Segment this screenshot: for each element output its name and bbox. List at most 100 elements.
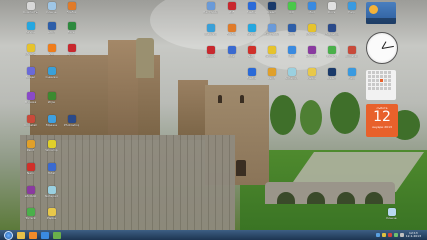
tray-clock[interactable]: 12:13 12.1.2013 xyxy=(406,232,421,238)
app-icon xyxy=(327,46,336,54)
desktop-icon[interactable]: Docs xyxy=(324,2,339,19)
desktop-icon[interactable]: Firefox xyxy=(224,24,239,41)
calendar-day-gadget[interactable]: събота 12 януари 2013 xyxy=(366,104,398,137)
desktop-icon[interactable]: Opera xyxy=(64,44,79,61)
sun-icon xyxy=(369,5,378,14)
nero-icon xyxy=(26,163,35,171)
chrome-icon xyxy=(26,44,35,52)
desktop-icon[interactable]: Photoshop xyxy=(64,115,79,132)
desktop-icon[interactable]: Word xyxy=(44,22,59,39)
desktop-icon[interactable]: Firefox xyxy=(64,2,79,19)
desktop-icon[interactable]: WinRAR xyxy=(304,46,319,63)
desktop-icon[interactable]: Papka xyxy=(304,68,319,85)
video-folder-icon xyxy=(26,67,35,75)
desktop-icon[interactable]: Nero xyxy=(23,163,38,180)
desktop-icon[interactable]: Настройки xyxy=(264,24,279,41)
desktop-icon[interactable]: Uninstall xyxy=(23,115,38,132)
desktop-icon[interactable]: Настройки xyxy=(203,2,218,19)
weather-gadget[interactable] xyxy=(366,2,396,24)
tray-notification-icon[interactable] xyxy=(381,233,386,237)
media-taskbar-button[interactable] xyxy=(29,231,37,239)
desktop-icon[interactable]: Notepad xyxy=(44,186,59,203)
desktop-icon[interactable]: Media xyxy=(244,68,259,85)
desktop-icon[interactable]: Winamp xyxy=(44,140,59,157)
tray-volume-icon[interactable] xyxy=(399,233,404,237)
desktop-icon[interactable]: Mail xyxy=(284,46,299,63)
wallpaper-castle-window xyxy=(236,160,246,176)
calendar-month-gadget[interactable] xyxy=(366,70,396,100)
desktop-icon[interactable]: Torrent xyxy=(23,208,38,225)
desktop-icon[interactable]: Paint xyxy=(23,140,38,157)
desktop-icon[interactable]: Help xyxy=(344,2,359,19)
desktop-icon[interactable]: Компютър xyxy=(23,2,38,19)
desktop-icon[interactable]: Paint xyxy=(264,68,279,85)
app-icon xyxy=(287,24,296,32)
desktop-icon[interactable]: Кошче xyxy=(44,2,59,19)
desktop-icon[interactable]: Снимки xyxy=(203,24,218,41)
desktop-icon[interactable]: Media xyxy=(244,2,259,19)
desktop-icon[interactable]: Winamp xyxy=(264,46,279,63)
desktop-icon[interactable]: WinRAR xyxy=(23,186,38,203)
desktop-icon[interactable]: Музика xyxy=(23,92,38,109)
app-icon xyxy=(267,24,276,32)
desktop-icon[interactable]: Steam xyxy=(324,68,339,85)
tray-update-icon[interactable] xyxy=(393,233,398,237)
desktop-icon[interactable]: VLC xyxy=(44,44,59,61)
desktop-icon[interactable]: Мрежа xyxy=(44,115,59,132)
desktop-icon[interactable]: Кошче xyxy=(384,208,399,225)
desktop-icon-label: WinRAR xyxy=(305,55,318,58)
calendar-month-year: януари 2013 xyxy=(372,125,392,129)
media-player-icon xyxy=(247,2,256,10)
desktop-icon[interactable]: Steam xyxy=(264,2,279,19)
desktop-icon[interactable]: Skype xyxy=(244,24,259,41)
documents-icon xyxy=(327,2,336,10)
start-button[interactable] xyxy=(4,230,13,240)
desktop-icon-label: Chrome xyxy=(305,33,318,36)
desktop-icon-label: Игри xyxy=(47,101,56,104)
wallpaper-castle-window xyxy=(218,95,222,103)
browser-taskbar-button[interactable] xyxy=(41,231,49,239)
steam-icon xyxy=(267,2,276,10)
desktop-icon[interactable]: Opera xyxy=(203,46,218,63)
music-folder-icon xyxy=(26,92,35,100)
desktop-icon[interactable]: Nero xyxy=(244,46,259,63)
desktop-icon[interactable]: Torrent xyxy=(324,46,339,63)
desktop-icon[interactable]: ICQ xyxy=(284,2,299,19)
desktop-icon[interactable]: Papka xyxy=(44,208,59,225)
desktop-icon[interactable]: Mail xyxy=(304,2,319,19)
app-icon xyxy=(247,46,256,54)
desktop-icon[interactable]: Photoshop xyxy=(324,24,339,41)
desktop-icon[interactable]: Chrome xyxy=(23,44,38,61)
desktop-icon[interactable]: Total xyxy=(44,163,59,180)
desktop-icon[interactable]: Skype xyxy=(23,22,38,39)
app-icon xyxy=(227,46,236,54)
tray-antivirus-icon[interactable] xyxy=(387,233,392,237)
desktop-icon[interactable]: Снимки xyxy=(44,67,59,84)
desktop-icon[interactable]: Notepad xyxy=(284,68,299,85)
wallpaper-tree xyxy=(300,100,322,135)
desktop-icon[interactable]: Uninstall xyxy=(344,46,359,63)
desktop-icon[interactable]: Игри xyxy=(44,92,59,109)
desktop-icon[interactable]: PDF xyxy=(224,2,239,19)
desktop-icon-label: Steam xyxy=(326,77,337,80)
desktop-icon[interactable]: Excel xyxy=(64,22,79,39)
uninstall-icon xyxy=(26,115,35,123)
clock-gadget[interactable] xyxy=(366,32,398,64)
desktop-icon-label: Uninstall xyxy=(344,55,359,58)
desktop-icon[interactable]: Help xyxy=(344,68,359,85)
desktop-icon[interactable]: Total xyxy=(224,46,239,63)
desktop-icon-label: Мрежа xyxy=(46,124,57,127)
app-icon xyxy=(267,46,276,54)
desktop-icon-label: Снимки xyxy=(45,76,58,79)
tray-network-icon[interactable] xyxy=(375,233,380,237)
desktop-icon-label: VLC xyxy=(48,53,55,56)
desktop-icon[interactable]: Видео xyxy=(23,67,38,84)
desktop-wallpaper: Компютър Кошче Firefox Skype Word Excel … xyxy=(0,0,427,230)
desktop-icon[interactable]: Chrome xyxy=(304,24,319,41)
games-icon xyxy=(47,92,56,100)
explorer-taskbar-button[interactable] xyxy=(17,231,25,239)
desktop-icon-label: Снимки xyxy=(204,33,217,36)
desktop-icon-label: Help xyxy=(348,77,355,80)
player-taskbar-button[interactable] xyxy=(53,231,61,239)
desktop-icon[interactable]: Word xyxy=(284,24,299,41)
